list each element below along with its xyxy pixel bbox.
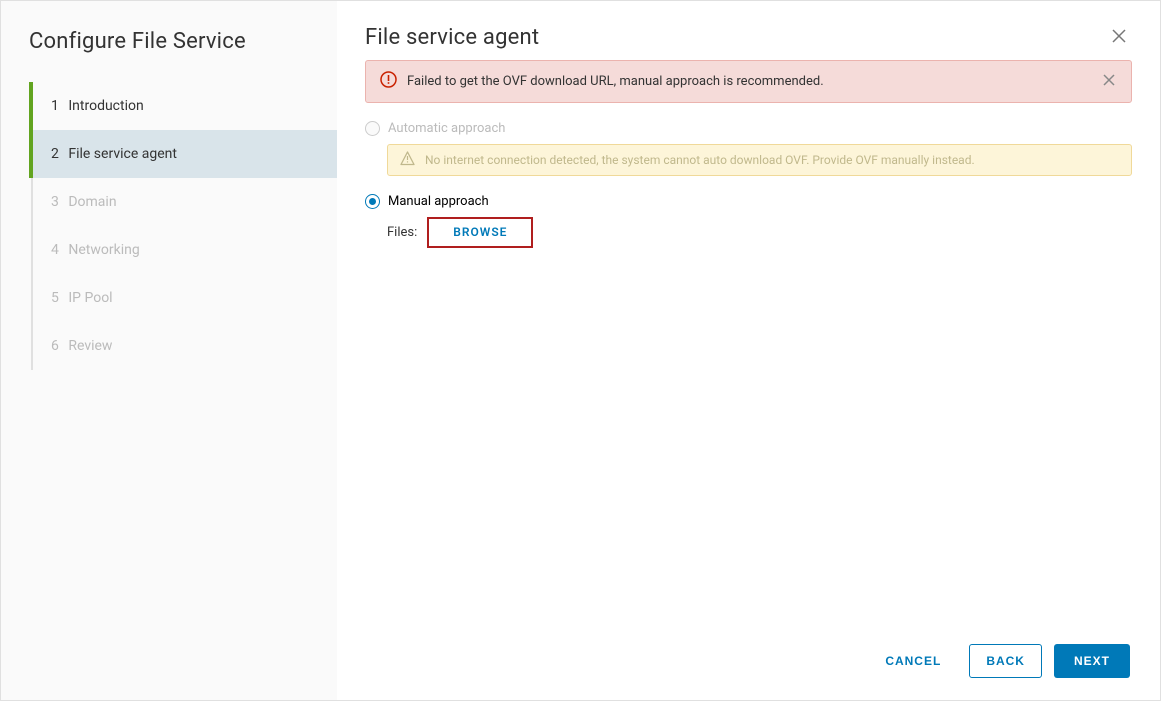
manual-radio[interactable] xyxy=(365,194,380,209)
step-num: 6 xyxy=(51,338,59,354)
automatic-radio xyxy=(365,121,380,136)
step-introduction[interactable]: 1 Introduction xyxy=(29,82,337,130)
browse-button[interactable]: BROWSE xyxy=(453,225,507,239)
warning-icon xyxy=(400,151,415,169)
warning-text: No internet connection detected, the sys… xyxy=(425,153,975,167)
step-label: Networking xyxy=(68,242,139,258)
main-body: Failed to get the OVF download URL, manu… xyxy=(337,60,1160,626)
step-num: 3 xyxy=(51,194,59,210)
step-label: Domain xyxy=(68,194,116,210)
wizard-sidebar: Configure File Service 1 Introduction 2 … xyxy=(1,1,337,700)
step-review: 6 Review xyxy=(29,322,337,370)
step-num: 5 xyxy=(51,290,59,306)
manual-radio-row[interactable]: Manual approach xyxy=(365,194,1132,209)
error-icon xyxy=(380,71,397,92)
files-label: Files: xyxy=(387,225,417,240)
step-ip-pool: 5 IP Pool xyxy=(29,274,337,322)
step-networking: 4 Networking xyxy=(29,226,337,274)
step-num: 4 xyxy=(51,242,59,258)
main-panel: File service agent Failed to get the OVF… xyxy=(337,1,1160,700)
page-title: File service agent xyxy=(365,25,539,50)
step-label: Introduction xyxy=(68,98,143,114)
step-domain: 3 Domain xyxy=(29,178,337,226)
step-label: Review xyxy=(68,338,112,354)
wizard-footer: CANCEL BACK NEXT xyxy=(337,626,1160,700)
step-label: IP Pool xyxy=(68,290,112,306)
error-text: Failed to get the OVF download URL, manu… xyxy=(407,74,824,89)
step-list: 1 Introduction 2 File service agent 3 Do… xyxy=(31,82,337,370)
step-label: File service agent xyxy=(68,146,177,162)
warning-alert: No internet connection detected, the sys… xyxy=(387,144,1132,176)
automatic-content: No internet connection detected, the sys… xyxy=(387,144,1132,176)
sidebar-title: Configure File Service xyxy=(29,29,337,54)
cancel-button[interactable]: CANCEL xyxy=(869,645,957,677)
error-alert: Failed to get the OVF download URL, manu… xyxy=(365,60,1132,103)
automatic-radio-row: Automatic approach xyxy=(365,121,1132,136)
step-file-service-agent[interactable]: 2 File service agent xyxy=(29,130,337,178)
back-button[interactable]: BACK xyxy=(969,644,1042,678)
manual-content: Files: BROWSE xyxy=(387,217,1132,248)
close-icon xyxy=(1112,29,1126,43)
automatic-radio-label: Automatic approach xyxy=(388,121,505,136)
step-num: 1 xyxy=(51,98,59,114)
browse-highlight: BROWSE xyxy=(427,217,533,248)
close-icon xyxy=(1103,74,1115,86)
error-close-button[interactable] xyxy=(1101,72,1117,92)
close-button[interactable] xyxy=(1108,25,1130,50)
main-header: File service agent xyxy=(337,1,1160,60)
next-button[interactable]: NEXT xyxy=(1054,644,1130,678)
manual-approach-section: Manual approach Files: BROWSE xyxy=(365,194,1132,248)
files-row: Files: BROWSE xyxy=(387,217,1132,248)
step-num: 2 xyxy=(51,146,59,162)
automatic-approach-section: Automatic approach No internet connectio… xyxy=(365,121,1132,176)
manual-radio-label: Manual approach xyxy=(388,194,489,209)
